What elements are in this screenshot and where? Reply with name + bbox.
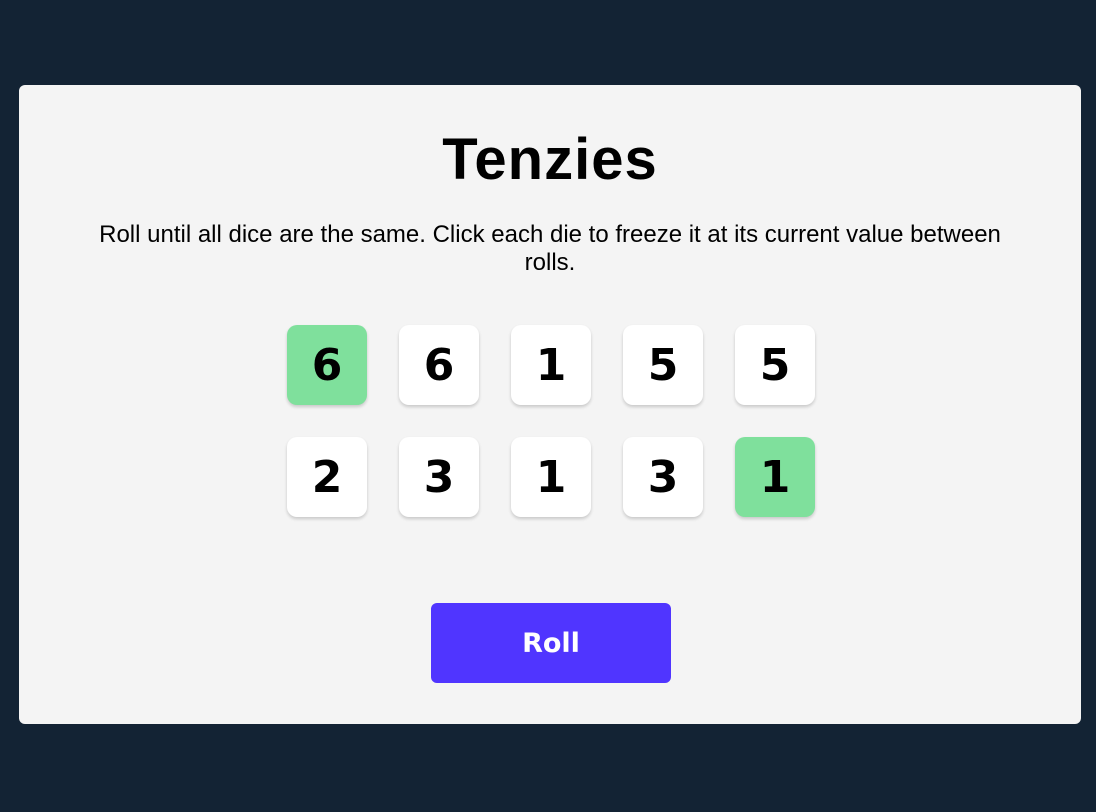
die-5[interactable]: 5 — [735, 325, 815, 405]
game-instructions: Roll until all dice are the same. Click … — [99, 221, 1001, 276]
die-7[interactable]: 3 — [399, 437, 479, 517]
die-9[interactable]: 3 — [623, 437, 703, 517]
die-8[interactable]: 1 — [511, 437, 591, 517]
die-10[interactable]: 1 — [735, 437, 815, 517]
die-3[interactable]: 1 — [511, 325, 591, 405]
game-title: Tenzies — [442, 127, 658, 192]
die-2[interactable]: 6 — [399, 325, 479, 405]
game-board: Tenzies Roll until all dice are the same… — [19, 85, 1081, 724]
roll-button[interactable]: Roll — [431, 603, 671, 683]
die-4[interactable]: 5 — [623, 325, 703, 405]
die-1[interactable]: 6 — [287, 325, 367, 405]
die-6[interactable]: 2 — [287, 437, 367, 517]
dice-grid: 6 6 1 5 5 2 3 1 3 1 — [287, 325, 815, 517]
